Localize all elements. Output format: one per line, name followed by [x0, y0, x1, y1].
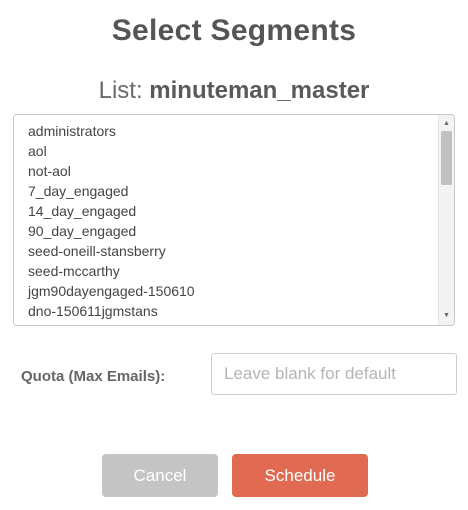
segment-option[interactable]: dno-150611jgmstans	[28, 301, 438, 321]
vertical-scrollbar[interactable]: ▲ ▼	[438, 115, 454, 325]
segments-options: administrators aol not-aol 7_day_engaged…	[28, 121, 438, 325]
list-name: minuteman_master	[149, 77, 370, 104]
segment-option[interactable]: seed-oneill-stansberry	[28, 241, 438, 261]
quota-label: Quota (Max Emails):	[21, 368, 166, 385]
segment-option[interactable]: aol	[28, 141, 438, 161]
dialog-title: Select Segments	[111, 14, 357, 47]
segment-option[interactable]: 7_day_engaged	[28, 181, 438, 201]
quota-input[interactable]	[211, 353, 457, 395]
list-heading: List: minuteman_master	[0, 77, 468, 105]
list-prefix: List:	[98, 77, 150, 104]
segment-option[interactable]: dno-150612jgmstans	[28, 321, 438, 325]
scroll-thumb[interactable]	[441, 131, 452, 185]
schedule-button[interactable]: Schedule	[232, 454, 368, 497]
segment-option[interactable]: administrators	[28, 121, 438, 141]
scroll-down-arrow-icon[interactable]: ▼	[439, 309, 454, 323]
segment-option[interactable]: seed-mccarthy	[28, 261, 438, 281]
segments-select[interactable]: administrators aol not-aol 7_day_engaged…	[13, 114, 455, 326]
cancel-button[interactable]: Cancel	[102, 454, 218, 497]
segment-option[interactable]: jgm90dayengaged-150610	[28, 281, 438, 301]
scroll-up-arrow-icon[interactable]: ▲	[439, 117, 454, 131]
segment-option[interactable]: 14_day_engaged	[28, 201, 438, 221]
segment-option[interactable]: not-aol	[28, 161, 438, 181]
segment-option[interactable]: 90_day_engaged	[28, 221, 438, 241]
